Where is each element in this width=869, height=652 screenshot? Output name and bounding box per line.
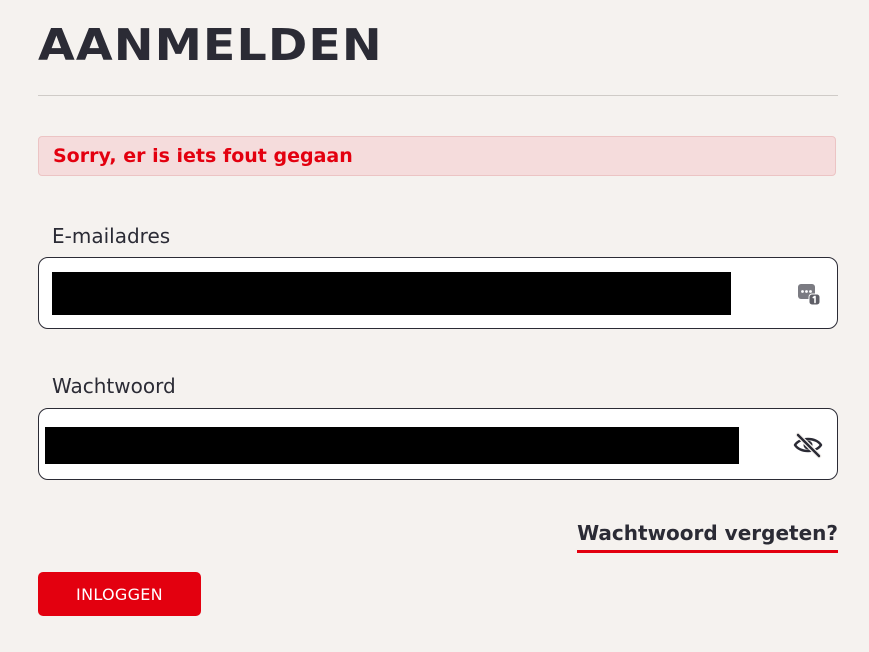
page-title: AANMELDEN — [38, 20, 383, 71]
autofill-icon[interactable] — [797, 282, 821, 306]
error-message: Sorry, er is iets fout gegaan — [53, 145, 353, 167]
email-input[interactable] — [52, 272, 731, 315]
password-label: Wachtwoord — [52, 374, 176, 398]
title-divider — [38, 95, 838, 96]
forgot-password-link[interactable]: Wachtwoord vergeten? — [577, 521, 838, 553]
password-field[interactable] — [38, 408, 838, 480]
password-input[interactable] — [45, 427, 739, 464]
eye-slash-icon[interactable] — [793, 431, 823, 459]
error-alert: Sorry, er is iets fout gegaan — [38, 136, 836, 176]
login-button[interactable]: INLOGGEN — [38, 572, 201, 616]
email-field[interactable] — [38, 257, 838, 329]
email-label: E-mailadres — [52, 224, 171, 248]
